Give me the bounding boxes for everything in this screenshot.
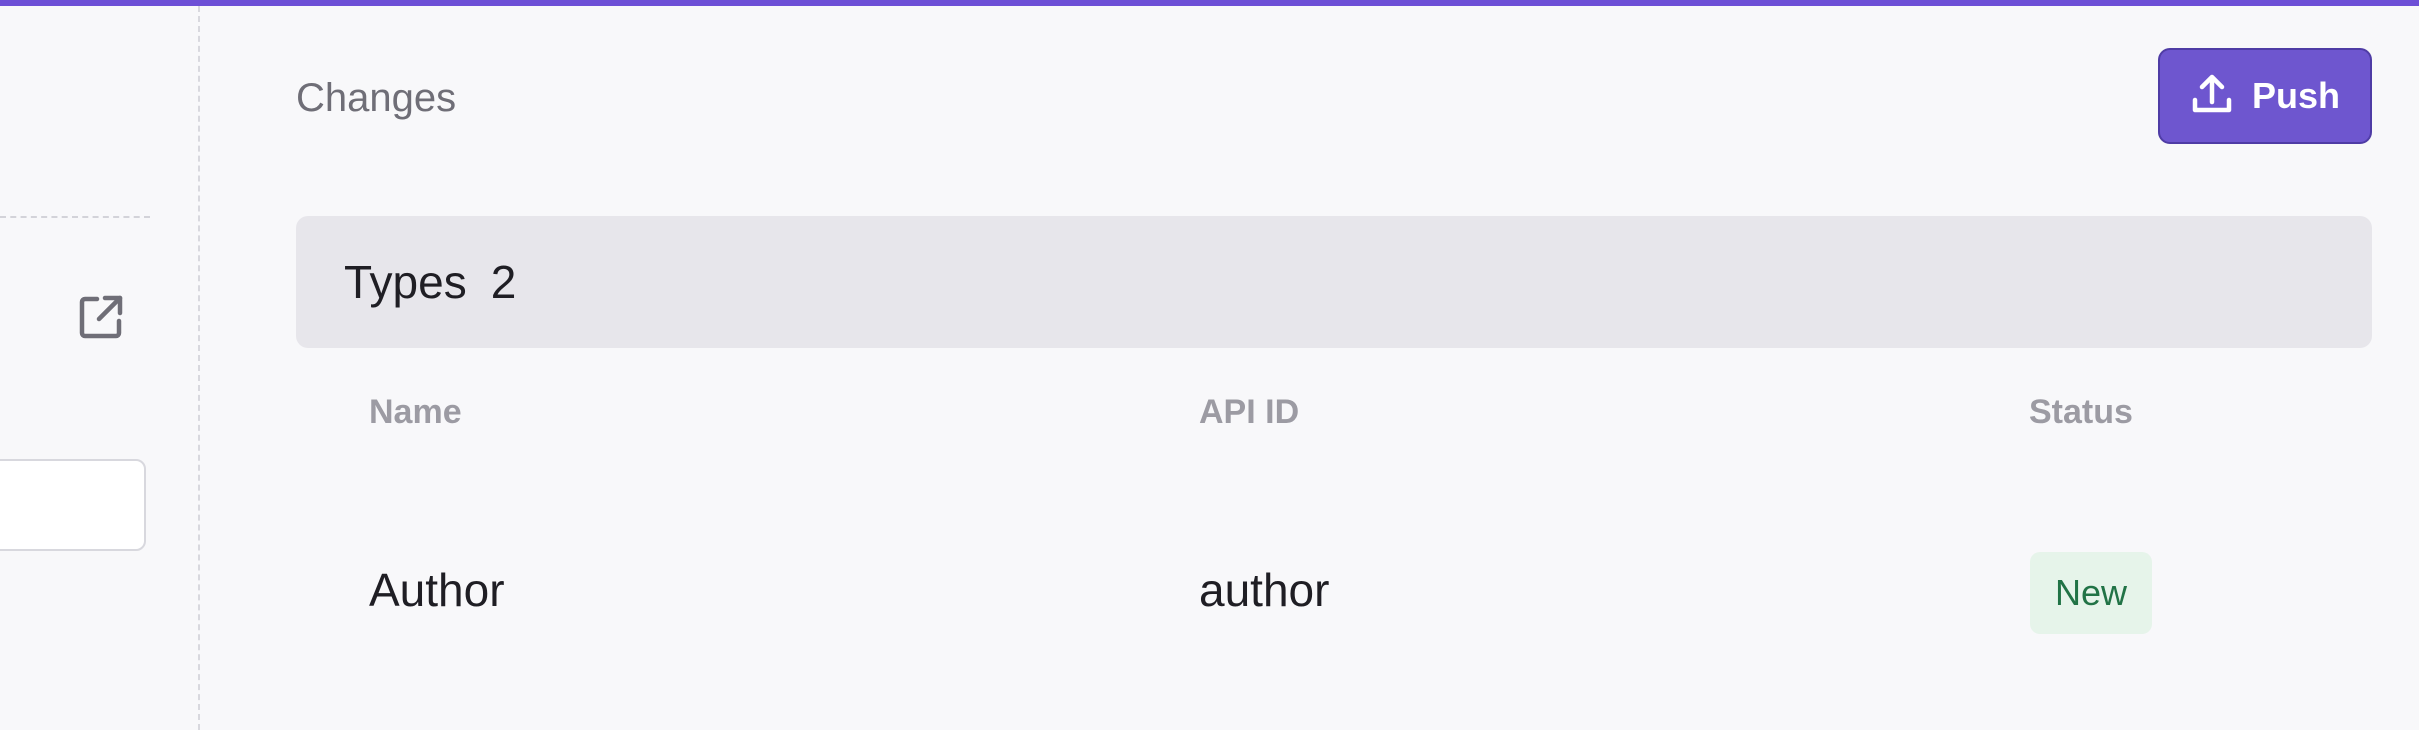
sidebar-divider	[0, 216, 150, 218]
push-button[interactable]: Push	[2158, 48, 2372, 144]
top-accent-bar	[0, 0, 2419, 6]
type-api-id-cell: author	[1199, 564, 1330, 616]
types-section-header: Types 2	[296, 216, 2372, 348]
type-name-cell: Author	[369, 564, 505, 616]
types-count: 2	[490, 256, 517, 308]
column-header-status: Status	[2029, 393, 2133, 431]
column-header-name: Name	[369, 393, 462, 431]
column-header-api-id: API ID	[1199, 393, 1300, 431]
status-badge: New	[2030, 552, 2152, 634]
types-label: Types	[344, 256, 467, 308]
sidebar	[0, 6, 200, 730]
sidebar-input-field[interactable]	[0, 459, 146, 551]
page-title: Changes	[296, 76, 457, 120]
push-button-label: Push	[2251, 75, 2340, 116]
open-external-icon[interactable]	[74, 290, 128, 344]
upload-icon	[2190, 72, 2234, 121]
